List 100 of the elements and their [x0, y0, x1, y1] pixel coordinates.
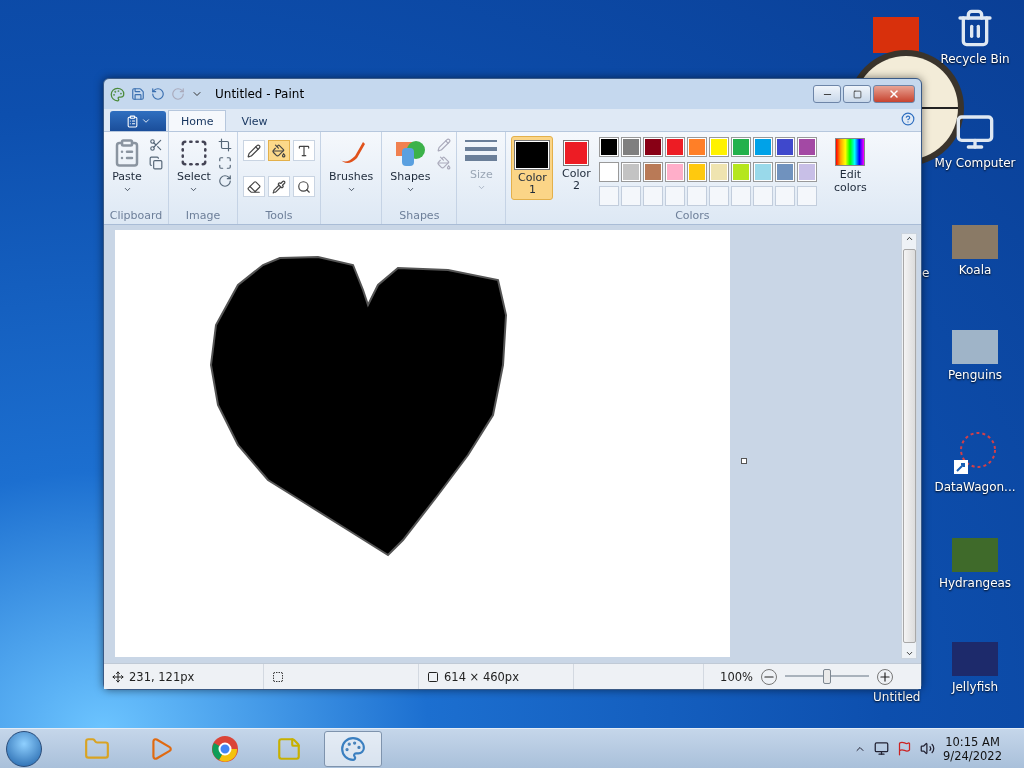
group-label: Tools — [264, 209, 294, 222]
scroll-down-icon[interactable] — [904, 649, 914, 658]
menu-icon — [125, 114, 139, 128]
desktop-icon-label[interactable]: Untitled — [873, 690, 921, 704]
folder-icon — [84, 735, 110, 762]
palette-swatch[interactable] — [621, 161, 642, 182]
text-tool[interactable] — [292, 140, 315, 161]
desktop-icon-label[interactable]: My Computer — [934, 156, 1016, 170]
group-label: Colors — [674, 209, 711, 222]
paste-button[interactable]: Paste — [109, 136, 145, 209]
desktop-icon-label[interactable]: Jellyfish — [951, 680, 999, 694]
photo-placeholder — [873, 17, 919, 53]
palette-swatch[interactable] — [797, 137, 818, 157]
ribbon-tab[interactable]: View — [228, 110, 281, 131]
close-button[interactable] — [873, 85, 915, 103]
color-slot-button[interactable]: Color 1 — [511, 136, 554, 200]
eraser-tool[interactable] — [242, 176, 265, 197]
palette-swatch[interactable] — [731, 137, 752, 157]
fill-icon[interactable] — [437, 156, 452, 170]
desktop-icon-label[interactable]: Koala — [958, 263, 992, 277]
palette-swatch[interactable] — [775, 137, 796, 157]
computer-icon[interactable] — [955, 112, 995, 152]
palette-swatch[interactable] — [665, 137, 686, 157]
group-label: Clipboard — [109, 209, 163, 222]
palette-swatch[interactable] — [621, 137, 642, 157]
color-slot-button[interactable]: Color 2 — [557, 136, 596, 200]
edit-colors-button[interactable]: Edit colors — [827, 136, 874, 209]
help-icon[interactable] — [901, 112, 915, 126]
color-picker-tool[interactable] — [267, 176, 290, 197]
browser-icon — [211, 734, 239, 763]
palette-swatch[interactable] — [643, 161, 664, 182]
desktop-icon-label[interactable]: Hydrangeas — [938, 576, 1012, 590]
caret-icon — [140, 116, 151, 126]
palette-swatch[interactable] — [709, 161, 730, 182]
canvas-size-icon — [427, 670, 439, 683]
vertical-scrollbar[interactable] — [901, 233, 917, 659]
spectrum-icon — [835, 138, 866, 166]
rotate-icon[interactable] — [217, 174, 232, 188]
copy-icon[interactable] — [149, 156, 163, 170]
palette-swatch[interactable] — [665, 161, 686, 182]
desktop-icon-label[interactable]: Recycle Bin — [940, 52, 1010, 66]
palette-swatch[interactable] — [753, 161, 774, 182]
group-label: Shapes — [398, 209, 441, 222]
group-label: Image — [184, 209, 222, 222]
paint-bucket-icon — [271, 143, 286, 158]
network-icon[interactable] — [874, 741, 890, 756]
undo-icon[interactable] — [151, 87, 165, 101]
color-picker-icon — [271, 179, 286, 194]
palette-swatch[interactable] — [731, 161, 752, 182]
action-center-icon[interactable] — [897, 741, 913, 756]
pencil-tool[interactable] — [242, 140, 265, 161]
save-icon[interactable] — [131, 87, 145, 101]
resize-icon[interactable] — [217, 156, 232, 170]
window-title: Untitled - Paint — [215, 87, 305, 101]
cursor-position-icon — [112, 670, 124, 683]
palette-swatch[interactable] — [709, 137, 730, 157]
palette-icon[interactable] — [110, 86, 125, 102]
desktop-icon-label[interactable]: e — [922, 266, 930, 280]
palette-swatch[interactable] — [599, 137, 620, 157]
app-menu-button[interactable] — [110, 111, 166, 131]
palette-icon — [340, 735, 366, 762]
palette-swatch[interactable] — [753, 137, 774, 157]
caret-icon — [346, 185, 356, 194]
magnifier-tool[interactable] — [292, 176, 315, 197]
shortcut-icon[interactable] — [952, 430, 998, 476]
maximize-button[interactable] — [843, 85, 871, 103]
palette-swatch[interactable] — [797, 161, 818, 182]
select-button[interactable]: Select — [174, 136, 214, 209]
outline-icon[interactable] — [437, 138, 452, 152]
volume-icon[interactable] — [920, 741, 936, 756]
crop-icon[interactable] — [217, 138, 232, 152]
scroll-up-icon[interactable] — [904, 234, 914, 243]
desktop-icon-label[interactable]: Penguins — [947, 368, 1003, 382]
taskbar-clock[interactable]: 10:15 AM 9/24/2022 — [943, 734, 1002, 763]
taskbar-button[interactable] — [324, 730, 382, 767]
paint-bucket-tool[interactable] — [267, 140, 290, 161]
text-icon — [296, 143, 311, 158]
canvas-size: 614 × 460px — [444, 669, 519, 684]
caret-icon — [476, 183, 486, 192]
cut-icon[interactable] — [149, 138, 163, 152]
ribbon-tab[interactable]: Home — [168, 110, 227, 131]
shapes-button[interactable]: Shapes — [387, 136, 434, 209]
desktop-icon-label[interactable]: DataWagon... — [934, 480, 1016, 494]
caret-icon — [405, 185, 415, 194]
eraser-icon — [246, 179, 261, 194]
brushes-button[interactable]: Brushes — [325, 136, 377, 222]
palette-swatch[interactable] — [687, 161, 708, 182]
maximize-icon — [852, 89, 862, 99]
palette-swatch[interactable] — [643, 137, 664, 157]
palette-swatch[interactable] — [599, 161, 620, 182]
palette-swatch[interactable] — [687, 137, 708, 157]
resize-handle[interactable] — [741, 458, 747, 464]
pencil-icon — [246, 143, 261, 158]
zoom-level: 100% — [720, 669, 753, 684]
palette-swatch[interactable] — [775, 161, 796, 182]
start-button[interactable] — [6, 730, 42, 767]
close-icon — [888, 88, 900, 100]
caret-icon — [122, 185, 132, 194]
sticky-notes-icon — [276, 735, 302, 762]
minimize-button[interactable] — [813, 85, 841, 103]
